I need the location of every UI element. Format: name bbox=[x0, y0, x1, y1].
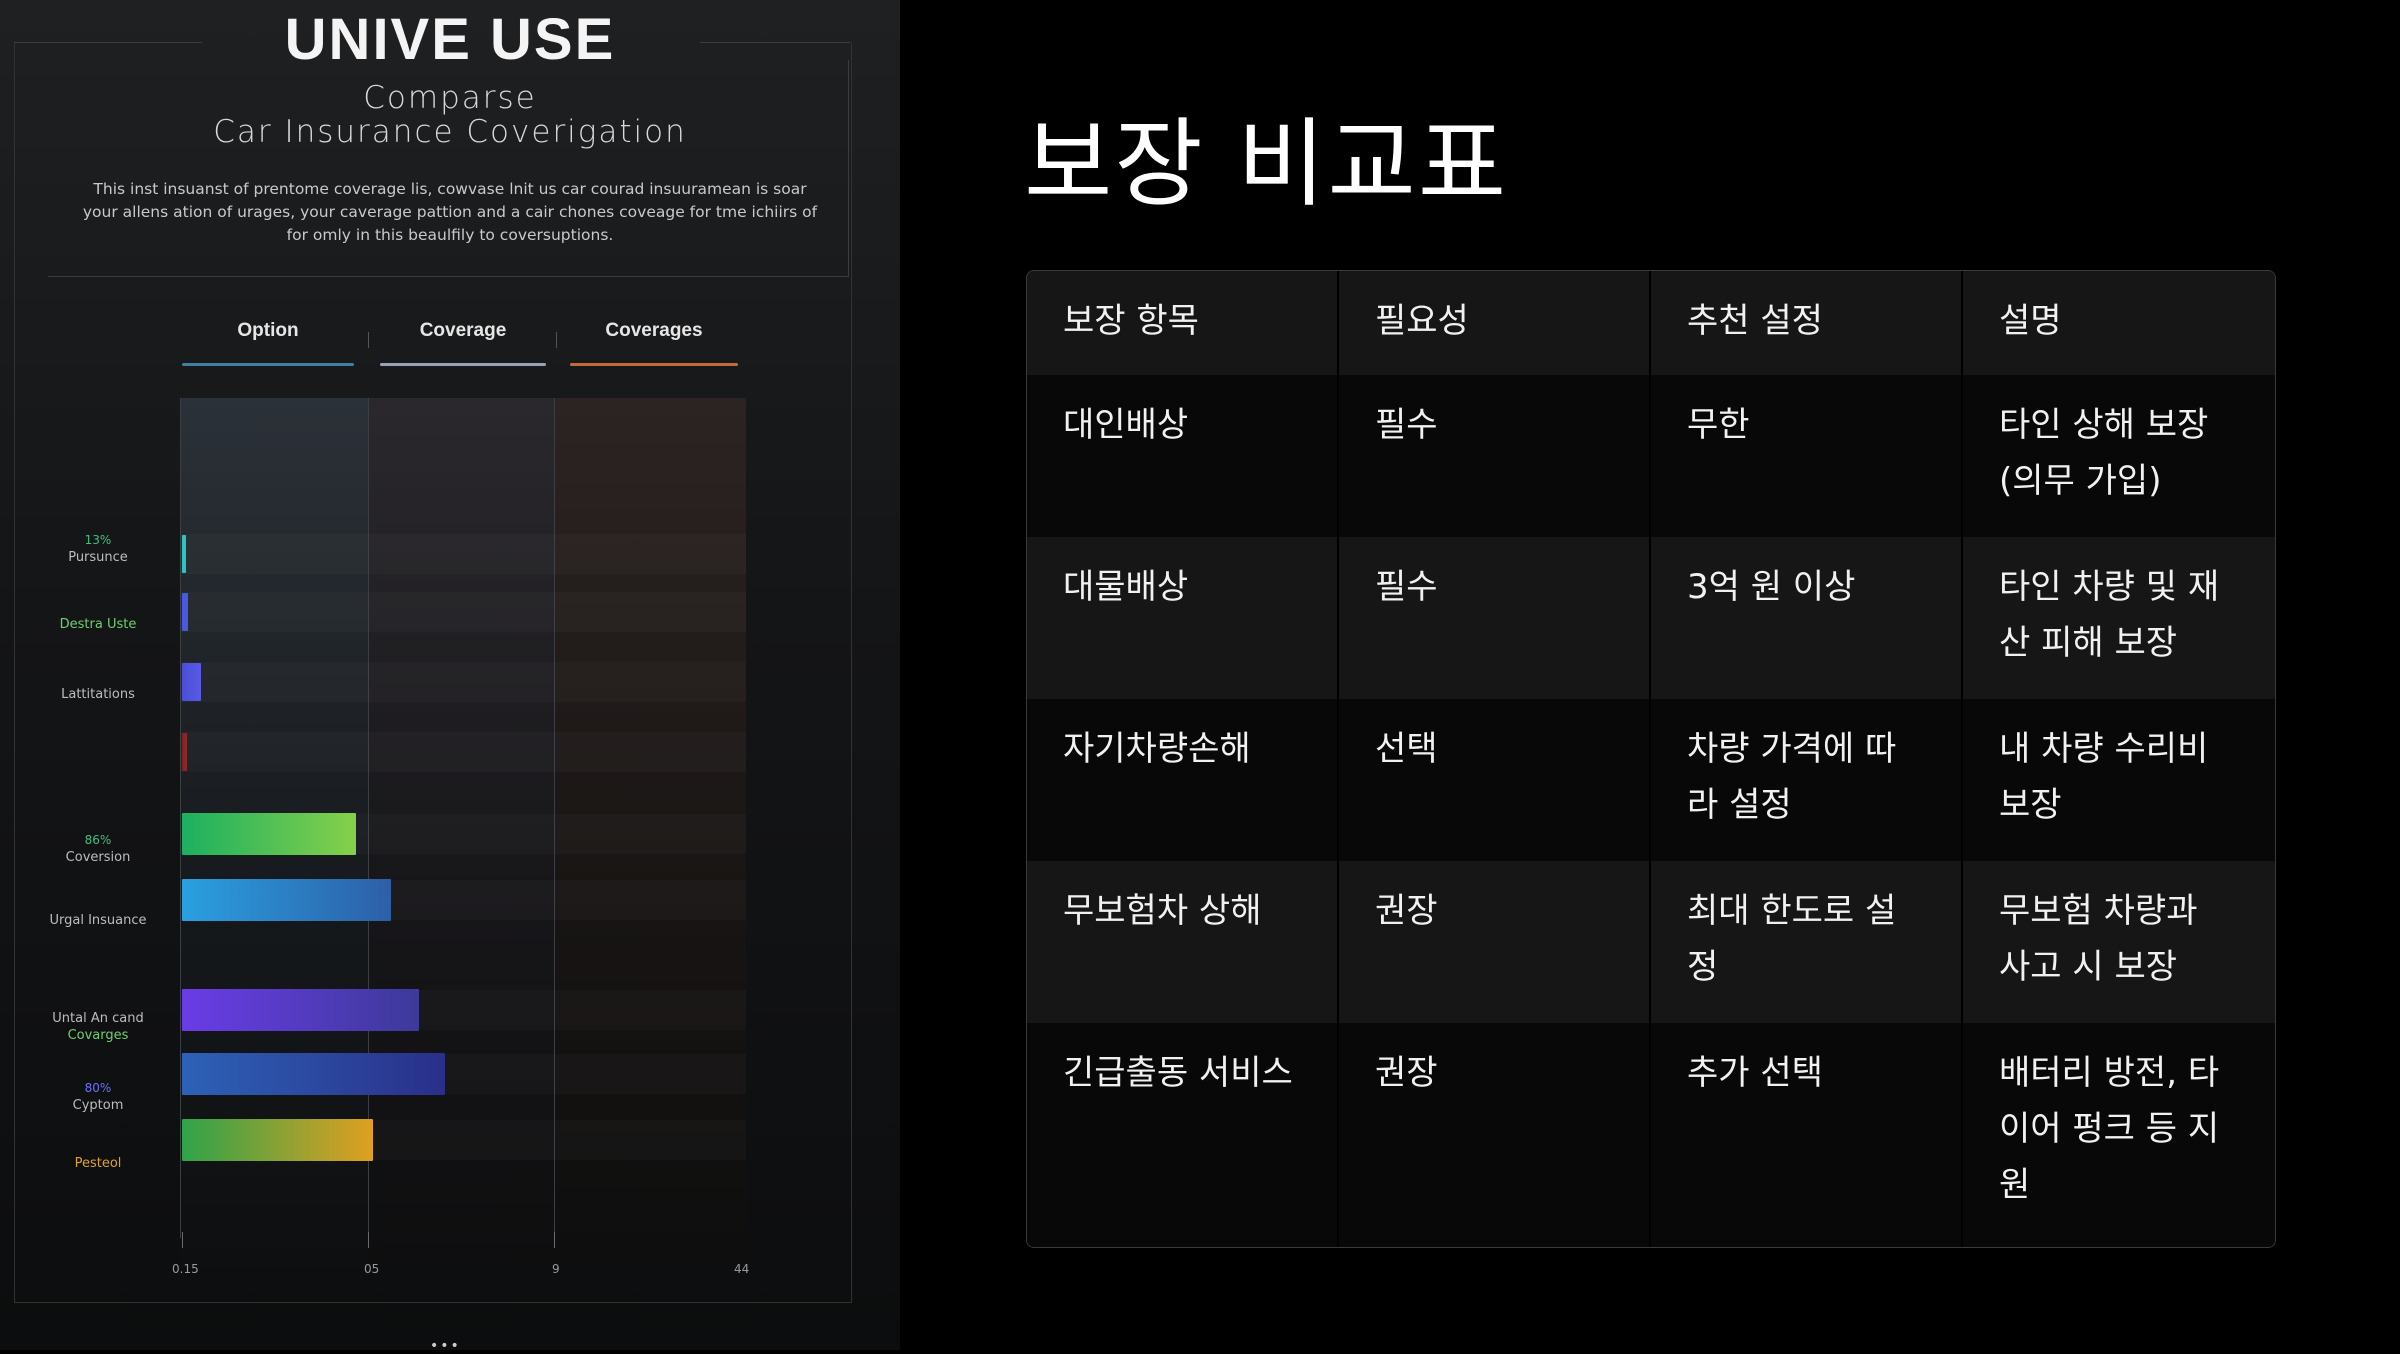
table-cell: 배터리 방전, 타이어 펑크 등 지원 bbox=[1963, 1023, 2275, 1247]
row-percent: 80% bbox=[84, 1081, 112, 1095]
coverage-bar bbox=[182, 879, 391, 921]
row-label-text-2: Covarges bbox=[67, 1028, 129, 1043]
table-header-cell: 추천 설정 bbox=[1651, 271, 1963, 375]
table-cell: 차량 가격에 따라 설정 bbox=[1651, 699, 1963, 861]
tab-coverage[interactable]: Coverage bbox=[380, 320, 546, 366]
bar-track bbox=[180, 592, 746, 632]
x-tick-label: 9 bbox=[552, 1262, 560, 1276]
tab-coverages-label: Coverages bbox=[605, 320, 703, 341]
table-cell: 권장 bbox=[1339, 1023, 1651, 1247]
tab-coverage-underline bbox=[380, 363, 546, 366]
page-title: 보장 비교표 bbox=[1024, 108, 1509, 220]
table-header-cell: 설명 bbox=[1963, 271, 2275, 375]
table-cell: 대물배상 bbox=[1027, 537, 1339, 699]
table-cell: 긴급출동 서비스 bbox=[1027, 1023, 1339, 1247]
row-label-pesteol: Pesteol bbox=[74, 1156, 122, 1171]
tab-separator bbox=[368, 332, 369, 348]
table-cell: 무한 bbox=[1651, 375, 1963, 537]
row-label-text: Coversion bbox=[65, 850, 131, 865]
table-row: 자기차량손해 선택 차량 가격에 따라 설정 내 차량 수리비 보장 bbox=[1027, 699, 2275, 861]
row-label-lattitations: Lattitations bbox=[61, 687, 135, 702]
table-cell: 무보험차 상해 bbox=[1027, 861, 1339, 1023]
row-label-text: Untal An cand bbox=[52, 1011, 144, 1026]
infographic-panel: UNIVE USE Comparse Car Insurance Coverig… bbox=[0, 0, 900, 1354]
table-cell: 선택 bbox=[1339, 699, 1651, 861]
tab-separator bbox=[556, 332, 557, 348]
x-tick-mark bbox=[368, 1232, 369, 1248]
table-cell: 무보험 차량과 사고 시 보장 bbox=[1963, 861, 2275, 1023]
row-label-pursunce: 13% Pursunce bbox=[40, 532, 156, 566]
tab-option[interactable]: Option bbox=[182, 320, 354, 366]
table-header-cell: 보장 항목 bbox=[1027, 271, 1339, 375]
row-label-untal-an-cand: Untal An cand Covarges bbox=[40, 1010, 156, 1044]
pagination-dots: ••• bbox=[430, 1338, 461, 1354]
table-cell: 대인배상 bbox=[1027, 375, 1339, 537]
coverage-bar-chart bbox=[180, 398, 746, 1268]
table-header-cell: 필요성 bbox=[1339, 271, 1651, 375]
table-header-row: 보장 항목 필요성 추천 설정 설명 bbox=[1027, 271, 2275, 375]
x-tick-label: 44 bbox=[734, 1262, 750, 1276]
table-cell: 자기차량손해 bbox=[1027, 699, 1339, 861]
table-cell: 권장 bbox=[1339, 861, 1651, 1023]
table-cell: 최대 한도로 설정 bbox=[1651, 861, 1963, 1023]
table-cell: 내 차량 수리비 보장 bbox=[1963, 699, 2275, 861]
row-label-coversion: 86% Coversion bbox=[40, 832, 156, 866]
x-tick-label: 0.15 bbox=[172, 1262, 199, 1276]
tab-coverages-underline bbox=[570, 363, 738, 366]
row-percent: 86% bbox=[84, 833, 112, 847]
coverage-bar bbox=[182, 733, 187, 771]
table-cell: 필수 bbox=[1339, 537, 1651, 699]
coverage-bar bbox=[182, 535, 186, 573]
infographic-description: This inst insuanst of prentome coverage … bbox=[82, 180, 818, 244]
table-cell: 타인 상해 보장 (의무 가입) bbox=[1963, 375, 2275, 537]
tab-coverage-label: Coverage bbox=[419, 320, 507, 341]
coverage-bar bbox=[182, 813, 357, 855]
row-label-urgal-insuance: Urgal Insuance bbox=[49, 913, 147, 928]
coverage-bar bbox=[182, 663, 201, 701]
infographic-title: UNIVE USE bbox=[284, 7, 616, 72]
x-tick-mark bbox=[182, 1232, 183, 1248]
table-row: 긴급출동 서비스 권장 추가 선택 배터리 방전, 타이어 펑크 등 지원 bbox=[1027, 1023, 2275, 1247]
coverage-bar bbox=[182, 989, 419, 1031]
table-row: 대인배상 필수 무한 타인 상해 보장 (의무 가입) bbox=[1027, 375, 2275, 537]
coverage-bar bbox=[182, 1053, 446, 1095]
table-row: 대물배상 필수 3억 원 이상 타인 차량 및 재산 피해 보장 bbox=[1027, 537, 2275, 699]
row-label-destra-uste: Destra Uste bbox=[59, 617, 137, 632]
row-label-cyptom: 80% Cyptom bbox=[40, 1080, 156, 1114]
infographic-subtitle-1: Comparse bbox=[363, 80, 537, 116]
table-row: 무보험차 상해 권장 최대 한도로 설정 무보험 차량과 사고 시 보장 bbox=[1027, 861, 2275, 1023]
table-cell: 타인 차량 및 재산 피해 보장 bbox=[1963, 537, 2275, 699]
table-cell: 필수 bbox=[1339, 375, 1651, 537]
row-percent: 13% bbox=[84, 533, 112, 547]
infographic-subtitle-2: Car Insurance Coverigation bbox=[213, 114, 687, 150]
coverage-bar bbox=[182, 1119, 374, 1161]
table-cell: 3억 원 이상 bbox=[1651, 537, 1963, 699]
bar-track bbox=[180, 732, 746, 772]
tab-option-label: Option bbox=[237, 320, 299, 341]
coverage-comparison-table: 보장 항목 필요성 추천 설정 설명 대인배상 필수 무한 타인 상해 보장 (… bbox=[1026, 270, 2276, 1248]
bar-track bbox=[180, 662, 746, 702]
x-tick-label: 05 bbox=[364, 1262, 380, 1276]
tab-coverages[interactable]: Coverages bbox=[570, 320, 738, 366]
coverage-bar bbox=[182, 593, 189, 631]
x-tick-mark bbox=[554, 1232, 555, 1248]
row-label-text: Cyptom bbox=[72, 1098, 124, 1113]
tab-option-underline bbox=[182, 363, 354, 366]
table-cell: 추가 선택 bbox=[1651, 1023, 1963, 1247]
bar-track bbox=[180, 534, 746, 574]
row-label-text: Pursunce bbox=[68, 550, 128, 565]
coverage-tabs: Option Coverage Coverages bbox=[178, 320, 738, 370]
